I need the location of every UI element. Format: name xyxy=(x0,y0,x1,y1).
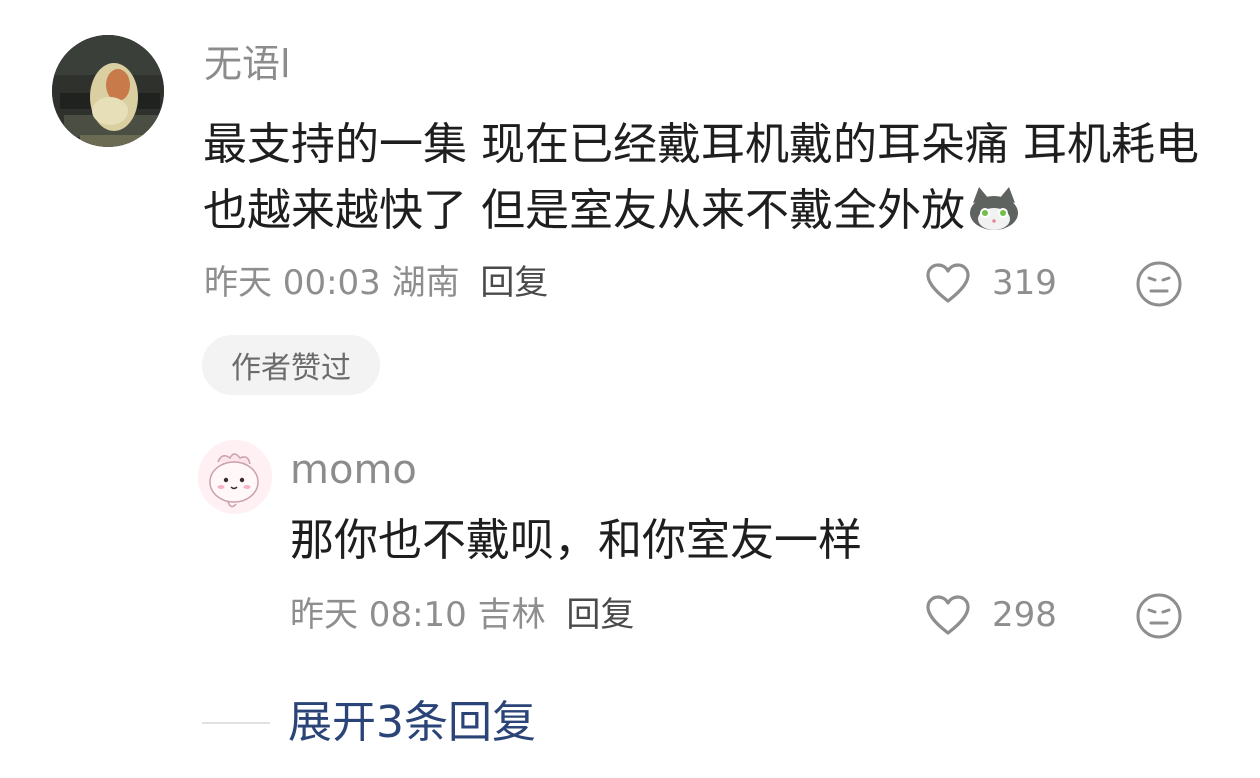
comment-text: 最支持的一集 现在已经戴耳机戴的耳朵痛 耳机耗电也越来越快了 但是室友从来不戴全… xyxy=(203,112,1213,244)
reply-reply-button[interactable]: 回复 xyxy=(566,595,634,635)
pink-cartoon-avatar-icon xyxy=(198,440,272,514)
author-liked-badge: 作者赞过 xyxy=(202,335,380,395)
username[interactable]: 无语l xyxy=(204,38,291,90)
expand-replies-button[interactable]: 展开3条回复 xyxy=(288,692,536,754)
heart-icon xyxy=(926,263,970,303)
reply-text: 那你也不戴呗，和你室友一样 xyxy=(290,515,862,566)
reply-username[interactable]: momo xyxy=(290,444,417,496)
comment-location: 湖南 xyxy=(391,263,460,303)
comment-thread: 无语l 最支持的一集 现在已经戴耳机戴的耳朵痛 耳机耗电也越来越快了 但是室友从… xyxy=(0,0,1260,778)
reply-dislike-button[interactable] xyxy=(1133,590,1185,642)
reply-like-count: 298 xyxy=(992,595,1057,635)
avatar[interactable] xyxy=(52,35,164,147)
comment-time: 昨天 00:03 xyxy=(204,263,381,303)
reply-button[interactable]: 回复 xyxy=(480,263,548,303)
unhappy-face-icon xyxy=(1136,261,1182,307)
comment-text-content: 最支持的一集 现在已经戴耳机戴的耳朵痛 耳机耗电也越来越快了 但是室友从来不戴全… xyxy=(203,119,1199,236)
expand-divider xyxy=(202,722,270,724)
reply-meta: 昨天 08:10 吉林 回复 xyxy=(290,590,634,640)
unhappy-face-icon xyxy=(1136,593,1182,639)
reply-location: 吉林 xyxy=(477,595,546,635)
reply-like-button[interactable]: 298 xyxy=(924,590,1057,640)
reply-avatar[interactable] xyxy=(198,440,272,514)
like-count: 319 xyxy=(992,263,1057,303)
avatar-photo-icon xyxy=(52,35,164,147)
like-button[interactable]: 319 xyxy=(924,258,1057,308)
dislike-button[interactable] xyxy=(1133,258,1185,310)
gray-cat-sticker-icon xyxy=(970,187,1018,230)
reply-time: 昨天 08:10 xyxy=(290,595,467,635)
heart-icon xyxy=(926,595,970,635)
comment-meta: 昨天 00:03 湖南 回复 xyxy=(204,258,548,308)
